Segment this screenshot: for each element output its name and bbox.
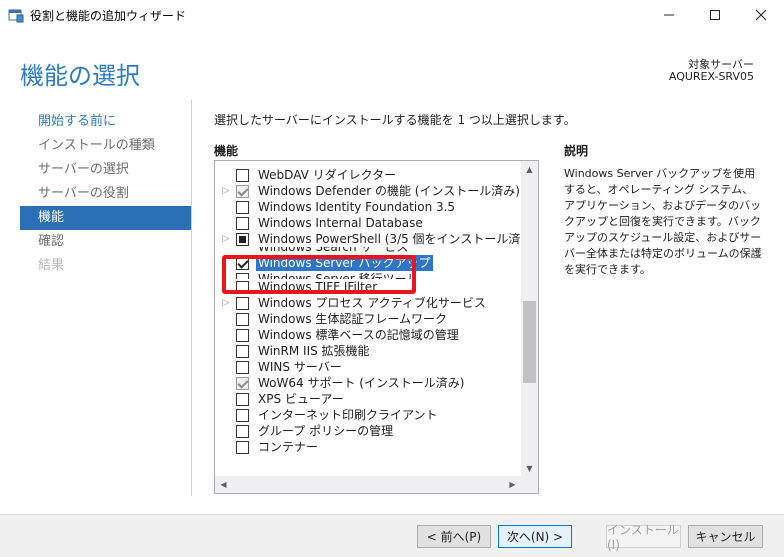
feature-row[interactable]: WINS サーバー bbox=[215, 359, 520, 375]
checkbox[interactable] bbox=[236, 441, 249, 454]
feature-label: コンテナー bbox=[258, 440, 319, 454]
checkbox[interactable] bbox=[236, 377, 249, 390]
wizard-nav: 開始する前に インストールの種類 サーバーの選択 サーバーの役割 機能 確認 結… bbox=[20, 110, 191, 278]
feature-label: Windows 生体認証フレームワーク bbox=[258, 312, 448, 326]
nav-item-server-selection[interactable]: サーバーの選択 bbox=[20, 158, 191, 182]
feature-row[interactable]: インターネット印刷クライアント bbox=[215, 407, 520, 423]
scrollbar-corner bbox=[521, 476, 538, 493]
features-list[interactable]: WebDAV リダイレクター ▷ Windows Defender の機能 (イ… bbox=[214, 160, 539, 494]
feature-row[interactable]: WinRM IIS 拡張機能 bbox=[215, 343, 520, 359]
install-button: インストール(I) bbox=[606, 523, 681, 552]
server-manager-icon bbox=[8, 7, 24, 23]
checkbox[interactable] bbox=[236, 201, 249, 214]
feature-label: WINS サーバー bbox=[258, 360, 342, 374]
description-text: Windows Server バックアップを使用すると、オペレーティング システ… bbox=[564, 167, 762, 276]
nav-item-features[interactable]: 機能 bbox=[20, 206, 191, 230]
feature-row[interactable]: XPS ビューアー bbox=[215, 391, 520, 407]
description-header: 説明 bbox=[564, 144, 589, 158]
nav-item-before-you-begin[interactable]: 開始する前に bbox=[20, 110, 191, 134]
target-server-name: AQUREX-SRV05 bbox=[668, 70, 754, 83]
feature-label: Windows プロセス アクティブ化サービス bbox=[258, 296, 486, 310]
checkbox[interactable] bbox=[236, 361, 249, 374]
feature-row[interactable]: WoW64 サポート (インストール済み) bbox=[215, 375, 520, 391]
expand-arrow-icon[interactable]: ▷ bbox=[221, 295, 231, 311]
checkbox[interactable] bbox=[236, 297, 249, 310]
checkbox[interactable] bbox=[236, 185, 249, 198]
feature-row[interactable]: ▷ Windows プロセス アクティブ化サービス bbox=[215, 295, 520, 311]
scroll-down-icon[interactable]: ▼ bbox=[521, 460, 538, 477]
scroll-left-icon[interactable]: ◀ bbox=[215, 476, 232, 493]
next-button[interactable]: 次へ(N) > bbox=[498, 525, 572, 548]
minimize-icon[interactable] bbox=[646, 0, 692, 30]
feature-label: Windows Defender の機能 (インストール済み) bbox=[258, 184, 520, 198]
nav-item-results: 結果 bbox=[38, 258, 65, 273]
scroll-thumb[interactable] bbox=[523, 301, 536, 383]
feature-label: XPS ビューアー bbox=[258, 392, 344, 406]
feature-row[interactable]: Windows Internal Database bbox=[215, 215, 520, 231]
previous-button[interactable]: < 前へ(P) bbox=[417, 525, 491, 548]
nav-item-server-roles[interactable]: サーバーの役割 bbox=[20, 182, 191, 206]
feature-label: WebDAV リダイレクター bbox=[258, 168, 397, 182]
checkbox[interactable] bbox=[236, 329, 249, 342]
feature-row[interactable]: ▷ Windows PowerShell (3/5 個をインストール済み) bbox=[215, 231, 537, 247]
vertical-scrollbar[interactable]: ▲ ▼ bbox=[521, 161, 538, 477]
checkbox[interactable] bbox=[236, 233, 249, 246]
feature-row[interactable]: コンテナー bbox=[215, 439, 520, 455]
feature-label: Windows Internal Database bbox=[258, 216, 423, 230]
feature-row[interactable]: Windows 標準ベースの記憶域の管理 bbox=[215, 327, 520, 343]
checkbox[interactable] bbox=[236, 217, 249, 230]
horizontal-scrollbar[interactable]: ◀ ▶ bbox=[215, 476, 521, 493]
highlight-box bbox=[222, 255, 416, 294]
feature-label: WoW64 サポート (インストール済み) bbox=[258, 376, 465, 390]
feature-row[interactable]: Windows Identity Foundation 3.5 bbox=[215, 199, 520, 215]
checkbox[interactable] bbox=[236, 169, 249, 182]
nav-item-confirmation[interactable]: 確認 bbox=[20, 230, 191, 254]
instruction-text: 選択したサーバーにインストールする機能を 1 つ以上選択します。 bbox=[214, 113, 576, 127]
feature-label: Windows Search サービス bbox=[258, 247, 409, 254]
window-title: 役割と機能の追加ウィザード bbox=[30, 9, 187, 23]
nav-item-installation-type[interactable]: インストールの種類 bbox=[20, 134, 191, 158]
checkbox[interactable] bbox=[236, 409, 249, 422]
feature-label: Windows Identity Foundation 3.5 bbox=[258, 200, 456, 214]
feature-row[interactable]: Windows Search サービス bbox=[215, 247, 520, 255]
feature-label: WinRM IIS 拡張機能 bbox=[258, 344, 370, 358]
feature-row[interactable]: Windows 生体認証フレームワーク bbox=[215, 311, 520, 327]
close-icon[interactable] bbox=[738, 0, 784, 30]
feature-label: グループ ポリシーの管理 bbox=[258, 424, 394, 438]
feature-row[interactable]: WebDAV リダイレクター bbox=[215, 167, 520, 183]
maximize-icon[interactable] bbox=[692, 0, 738, 30]
features-header: 機能 bbox=[214, 144, 239, 158]
checkbox[interactable] bbox=[236, 313, 249, 326]
checkbox[interactable] bbox=[236, 425, 249, 438]
expand-arrow-icon[interactable]: ▷ bbox=[221, 183, 231, 199]
scroll-right-icon[interactable]: ▶ bbox=[504, 476, 521, 493]
features-list-items: WebDAV リダイレクター ▷ Windows Defender の機能 (イ… bbox=[215, 167, 537, 455]
cancel-button[interactable]: キャンセル bbox=[688, 525, 763, 548]
page-title: 機能の選択 bbox=[20, 62, 140, 90]
checkbox[interactable] bbox=[236, 393, 249, 406]
feature-label: Windows 標準ベースの記憶域の管理 bbox=[258, 328, 459, 342]
expand-arrow-icon[interactable]: ▷ bbox=[221, 231, 231, 247]
nav-divider bbox=[191, 100, 192, 496]
scroll-up-icon[interactable]: ▲ bbox=[521, 161, 538, 178]
feature-label: Windows PowerShell (3/5 個をインストール済み) bbox=[258, 232, 538, 246]
feature-label: インターネット印刷クライアント bbox=[258, 408, 438, 422]
feature-row[interactable]: グループ ポリシーの管理 bbox=[215, 423, 520, 439]
feature-row[interactable]: ▷ Windows Defender の機能 (インストール済み) bbox=[215, 183, 520, 199]
checkbox[interactable] bbox=[236, 345, 249, 358]
